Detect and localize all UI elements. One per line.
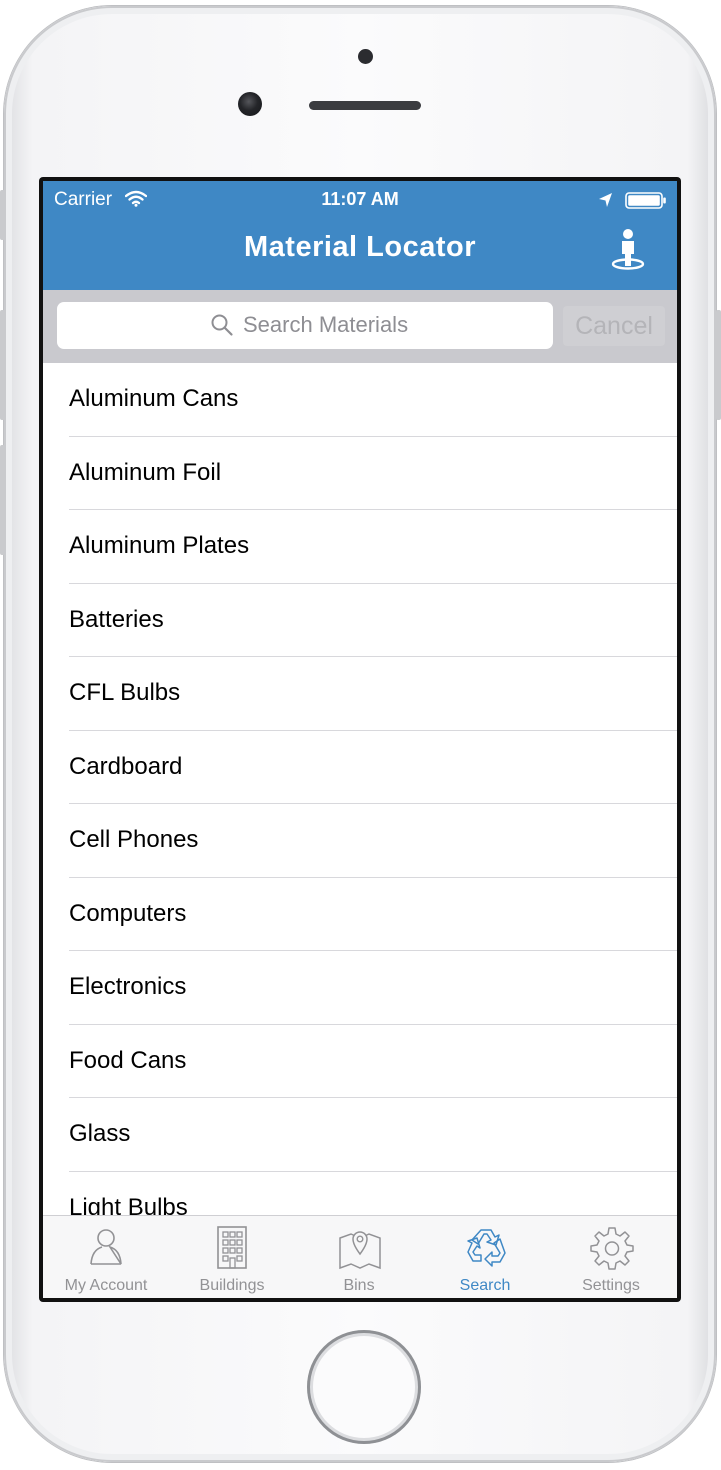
tab-settings[interactable]: Settings [548,1216,674,1298]
tab-label: Buildings [199,1277,265,1294]
proximity-sensor [358,49,373,64]
list-item[interactable]: Cell Phones [43,804,677,878]
tab-label: Search [459,1277,511,1294]
tab-my-account[interactable]: My Account [43,1216,169,1298]
list-item[interactable]: Computers [43,878,677,951]
volume-down-button [0,445,5,555]
cancel-button[interactable]: Cancel [563,306,665,346]
page: Carrier 11:07 AM Material Locator Search… [0,0,721,1470]
front-camera [238,92,262,116]
app-screen: Carrier 11:07 AM Material Locator Search… [43,181,677,1298]
list-item-label: Electronics [69,973,187,1000]
list-item[interactable]: Aluminum Foil [43,437,677,510]
list-item[interactable]: Cardboard [43,731,677,804]
list-item-label: Food Cans [69,1046,187,1074]
list-item[interactable]: Electronics [43,951,677,1025]
locate-me-button[interactable] [604,226,652,274]
list-item-label: Computers [69,899,187,927]
tab-label: Settings [582,1277,640,1294]
person-location-icon [611,229,645,270]
tab-bins[interactable]: Bins [296,1216,422,1298]
list-item-label: Glass [69,1120,131,1147]
list-item[interactable]: CFL Bulbs [43,657,677,731]
list-item-label: Aluminum Foil [69,458,222,486]
power-button [716,310,721,420]
list-item-label: Cell Phones [69,826,199,853]
search-field[interactable] [57,302,553,349]
search-input[interactable] [243,310,543,340]
tab-label: My Account [64,1277,148,1294]
home-button[interactable] [307,1330,421,1444]
status-time: 11:07 AM [321,189,399,209]
list-item-label: CFL Bulbs [69,679,181,706]
tab-label: Bins [343,1277,375,1294]
building-icon [217,1226,247,1269]
list-item-label: Batteries [69,605,164,633]
status-bar: Carrier 11:07 AM [43,181,677,219]
tab-bar: My Account Buildings Bins Search Setting… [43,1215,677,1298]
list-item[interactable]: Batteries [43,584,677,657]
list-item-label: Aluminum Plates [69,532,250,559]
list-item[interactable]: Aluminum Cans [43,363,677,437]
list-item-label: Cardboard [69,752,183,780]
list-item[interactable]: Food Cans [43,1025,677,1098]
material-list[interactable]: Aluminum Cans Aluminum Foil Aluminum Pla… [43,363,677,1215]
recycle-icon [467,1229,506,1267]
list-item-label: Light Bulbs [69,1193,188,1216]
person-icon [90,1229,122,1265]
location-arrow-icon [599,193,612,207]
map-pin-icon [339,1231,381,1270]
mute-switch [0,190,5,240]
earpiece-speaker [309,101,421,110]
battery-icon [625,192,666,209]
volume-up-button [0,310,5,420]
page-title: Material Locator [244,231,476,263]
search-bar: Cancel [43,290,677,363]
list-item[interactable]: Aluminum Plates [43,510,677,584]
tab-search[interactable]: Search [422,1216,548,1298]
list-item[interactable]: Light Bulbs [43,1172,677,1216]
list-item-label: Aluminum Cans [69,385,239,412]
search-icon [211,314,233,336]
gear-icon [590,1227,634,1270]
tab-buildings[interactable]: Buildings [169,1216,295,1298]
list-item[interactable]: Glass [43,1098,677,1172]
